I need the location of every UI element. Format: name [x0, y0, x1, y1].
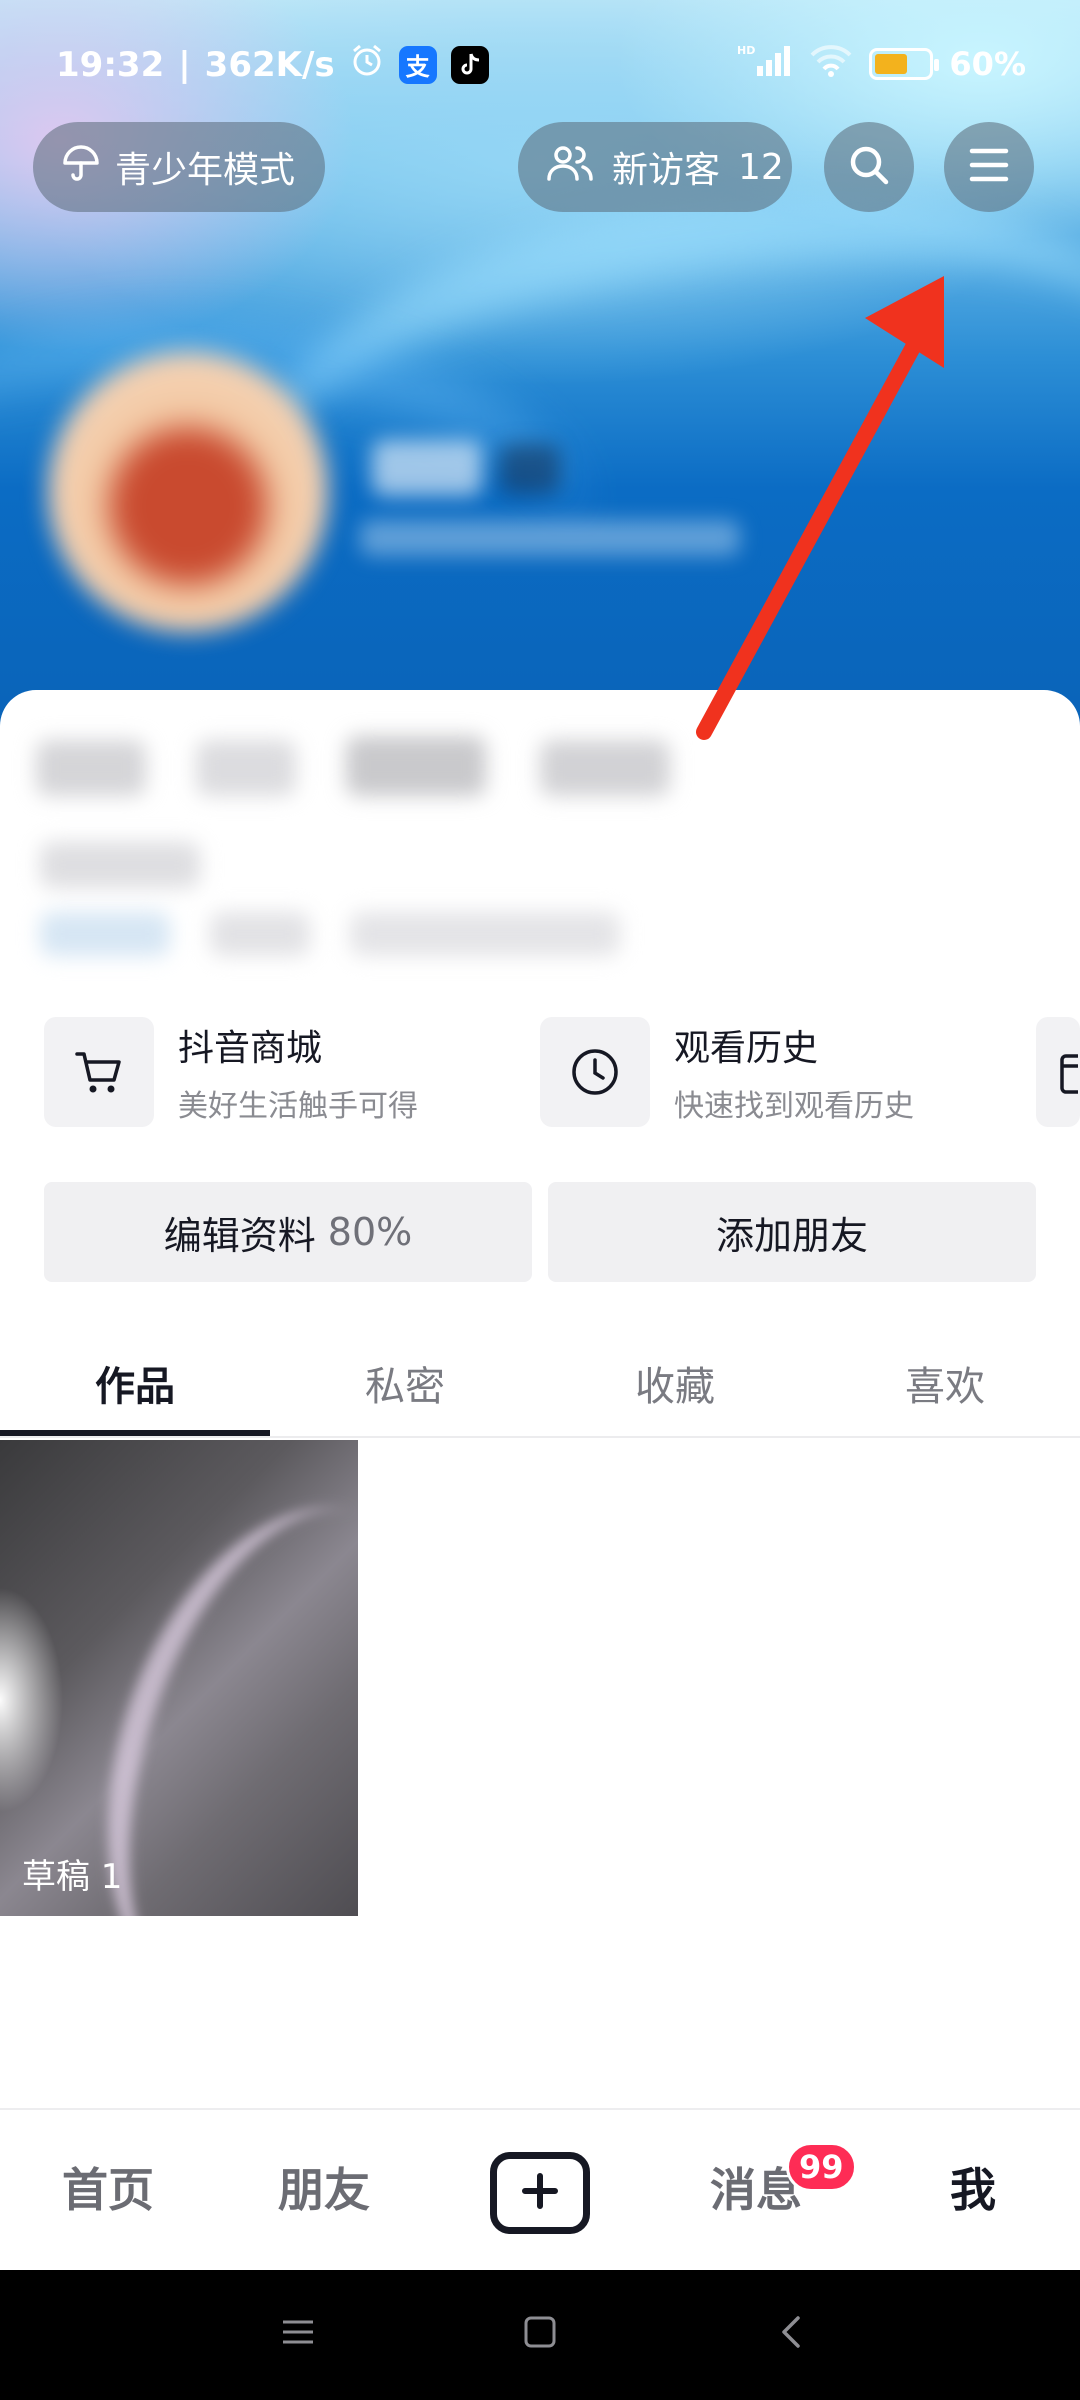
- cart-icon: [44, 1017, 154, 1127]
- edit-profile-button[interactable]: 编辑资料 80%: [44, 1182, 532, 1282]
- new-visitors-label: 新访客: [612, 150, 721, 191]
- blurred-stat: [36, 740, 146, 796]
- tab-likes[interactable]: 喜欢: [810, 1330, 1080, 1436]
- nav-me[interactable]: 我: [950, 2154, 996, 2220]
- draft-video-tile[interactable]: 草稿 1: [0, 1440, 358, 1916]
- blurred-bio: [40, 842, 200, 888]
- teen-mode-label: 青少年模式: [115, 150, 296, 191]
- calendar-icon: [1036, 1017, 1080, 1127]
- add-friend-button[interactable]: 添加朋友: [548, 1182, 1036, 1282]
- back-icon[interactable]: [774, 2314, 810, 2354]
- search-button[interactable]: [824, 122, 914, 212]
- clock-icon: [540, 1017, 650, 1127]
- blurred-stat: [346, 736, 486, 796]
- recents-icon[interactable]: [280, 2314, 316, 2354]
- blurred-user-id: [360, 520, 740, 556]
- nav-home[interactable]: 首页: [62, 2154, 154, 2220]
- signal-hd-label: HD: [737, 44, 755, 57]
- edit-profile-label: 编辑资料: [163, 1213, 316, 1258]
- tab-favorites[interactable]: 收藏: [540, 1330, 810, 1436]
- status-bar: 19:32 | 362K/s 支 HD 60%: [0, 0, 1080, 124]
- tab-works[interactable]: 作品: [0, 1330, 270, 1436]
- entry-title: 观看历史: [674, 1028, 819, 1069]
- alipay-icon: 支: [398, 45, 437, 84]
- tiktok-icon: [450, 45, 489, 84]
- umbrella-icon: [61, 143, 101, 192]
- blurred-stat: [196, 740, 296, 796]
- new-visitors-count: 12: [738, 146, 784, 188]
- bottom-navigation: 首页 朋友 消息 99 我: [0, 2108, 1080, 2270]
- battery-icon: [869, 48, 940, 80]
- blurred-stat: [540, 740, 670, 796]
- system-navigation-bar: [0, 2270, 1080, 2400]
- entry-more[interactable]: [1036, 1016, 1080, 1128]
- entry-subtitle: 快速找到观看历史: [674, 1089, 914, 1124]
- menu-button[interactable]: [944, 122, 1034, 212]
- create-button[interactable]: [490, 2152, 590, 2234]
- home-icon[interactable]: [522, 2314, 558, 2354]
- signal-icon: HD: [737, 42, 793, 86]
- draft-label: 草稿 1: [22, 1857, 123, 1897]
- add-friend-label: 添加朋友: [715, 1213, 868, 1258]
- teen-mode-button[interactable]: 青少年模式: [33, 122, 325, 212]
- entry-watch-history[interactable]: 观看历史 快速找到观看历史: [540, 1016, 914, 1128]
- avatar[interactable]: [48, 352, 328, 632]
- entry-douyin-mall[interactable]: 抖音商城 美好生活触手可得: [44, 1016, 418, 1128]
- profile-completion: 80%: [327, 1210, 413, 1254]
- status-net-speed: 362K/s: [204, 44, 335, 85]
- people-icon: [546, 143, 594, 192]
- alarm-icon: [349, 42, 385, 87]
- active-tab-indicator: [0, 1430, 270, 1436]
- nav-friends[interactable]: 朋友: [278, 2154, 370, 2220]
- blurred-tag: [40, 912, 170, 956]
- search-icon: [847, 143, 891, 191]
- tab-private[interactable]: 私密: [270, 1330, 540, 1436]
- status-time: 19:32: [56, 44, 165, 85]
- blurred-badge: [500, 444, 560, 494]
- messages-badge: 99: [786, 2142, 857, 2192]
- entry-title: 抖音商城: [178, 1028, 323, 1069]
- profile-tabs: 作品 私密 收藏 喜欢: [0, 1330, 1080, 1438]
- battery-fill: [875, 54, 907, 74]
- new-visitors-button[interactable]: 新访客 12: [518, 122, 792, 212]
- blurred-tag: [210, 912, 310, 956]
- entry-subtitle: 美好生活触手可得: [178, 1089, 418, 1124]
- hamburger-menu-icon: [968, 147, 1010, 187]
- wifi-icon: [809, 43, 853, 85]
- battery-percent: 60%: [949, 45, 1026, 83]
- plus-icon: [520, 2171, 560, 2215]
- blurred-tag: [350, 912, 620, 956]
- blurred-username: [372, 440, 482, 496]
